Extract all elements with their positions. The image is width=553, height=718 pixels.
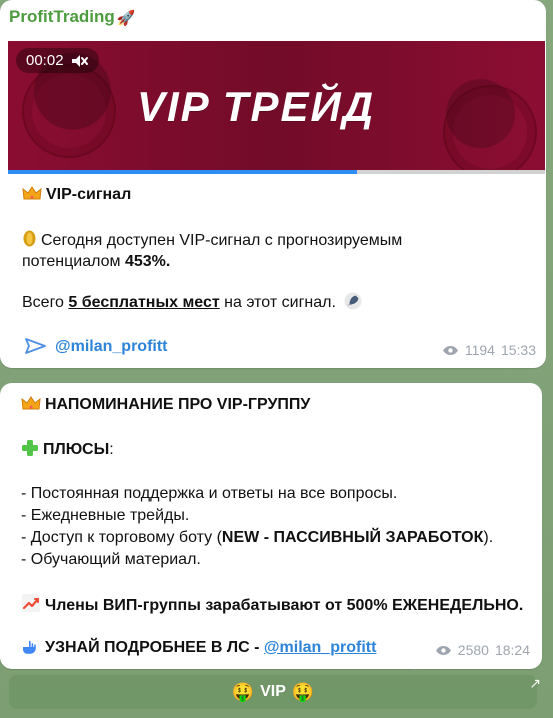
video-progress-bar[interactable] xyxy=(8,170,545,174)
eye-icon xyxy=(435,645,451,655)
author-handle-link[interactable]: @milan_profitt xyxy=(55,338,168,355)
message-meta: 2580 18:24 xyxy=(435,641,530,659)
external-link-icon: ↗ xyxy=(529,675,541,691)
video-progress-fill xyxy=(8,170,358,174)
money-face-icon: 🤑 xyxy=(231,682,255,702)
message-bubble-vip-signal: ProfitTrading 🚀 00:02 VIP ТРЕЙД VIP-сигна… xyxy=(0,0,546,368)
plus-icon xyxy=(22,440,38,456)
views-count: 2580 xyxy=(457,642,489,658)
vip-signal-heading: VIP-сигнал xyxy=(22,184,131,206)
pros-heading: ПЛЮСЫ: xyxy=(21,439,114,461)
free-spots-link[interactable]: 5 бесплатных мест xyxy=(68,294,219,311)
contact-link[interactable]: @milan_profitt xyxy=(264,639,377,656)
send-icon xyxy=(25,338,46,354)
channel-name-label: ProfitTrading xyxy=(9,7,115,26)
channel-name[interactable]: ProfitTrading 🚀 xyxy=(9,7,135,29)
bitcoin-coin-icon xyxy=(443,85,537,173)
video-preview[interactable]: 00:02 VIP ТРЕЙД xyxy=(8,41,545,173)
vip-button-label: VIP xyxy=(260,683,286,700)
video-time-badge[interactable]: 00:02 xyxy=(16,48,99,73)
vip-inline-button[interactable]: 🤑 VIP 🤑 xyxy=(8,674,538,710)
message-time: 15:33 xyxy=(500,342,536,358)
rocket-icon xyxy=(344,292,362,310)
free-spots-line: Всего 5 бесплатных мест на этот сигнал. xyxy=(22,292,362,314)
message-meta: 1194 15:33 xyxy=(442,341,536,359)
signal-description-line-2: потенциалом 453%. xyxy=(22,253,171,270)
contact-line: УЗНАЙ ПОДРОБНЕЕ В ЛС - @milan_profitt xyxy=(21,637,376,659)
coin-icon xyxy=(23,230,36,247)
rocket-icon: 🚀 xyxy=(116,10,136,27)
vip-group-heading: НАПОМИНАНИЕ ПРО VIP-ГРУППУ xyxy=(21,394,310,416)
earnings-line: Члены ВИП-группы зарабатывают от 500% ЕЖ… xyxy=(21,593,523,617)
mute-icon xyxy=(71,54,88,67)
video-time-label: 00:02 xyxy=(26,52,64,69)
views-count: 1194 xyxy=(464,342,495,358)
chart-up-icon xyxy=(22,594,40,612)
author-handle-row: @milan_profitt xyxy=(25,336,168,358)
pros-item-4: - Обучающий материал. xyxy=(21,551,201,568)
pointing-hand-icon xyxy=(23,640,36,654)
bitcoin-coin-icon xyxy=(22,64,116,158)
signal-description-line-1: Сегодня доступен VIP-сигнал с прогнозиру… xyxy=(22,229,402,252)
pros-item-1: - Постоянная поддержка и ответы на все в… xyxy=(21,485,398,502)
video-title: VIP ТРЕЙД xyxy=(137,83,376,130)
crown-icon xyxy=(22,186,42,200)
message-time: 18:24 xyxy=(494,642,530,658)
money-face-icon: 🤑 xyxy=(291,682,315,702)
crown-icon xyxy=(21,396,41,410)
message-bubble-vip-group: НАПОМИНАНИЕ ПРО VIP-ГРУППУ ПЛЮСЫ: - Пост… xyxy=(0,383,542,669)
pros-item-3: - Доступ к торговому боту (NEW - ПАССИВН… xyxy=(21,529,494,546)
chat-background: ProfitTrading 🚀 00:02 VIP ТРЕЙД VIP-сигна… xyxy=(0,0,553,718)
eye-icon xyxy=(442,345,458,355)
pros-item-2: - Ежедневные трейды. xyxy=(21,507,190,524)
